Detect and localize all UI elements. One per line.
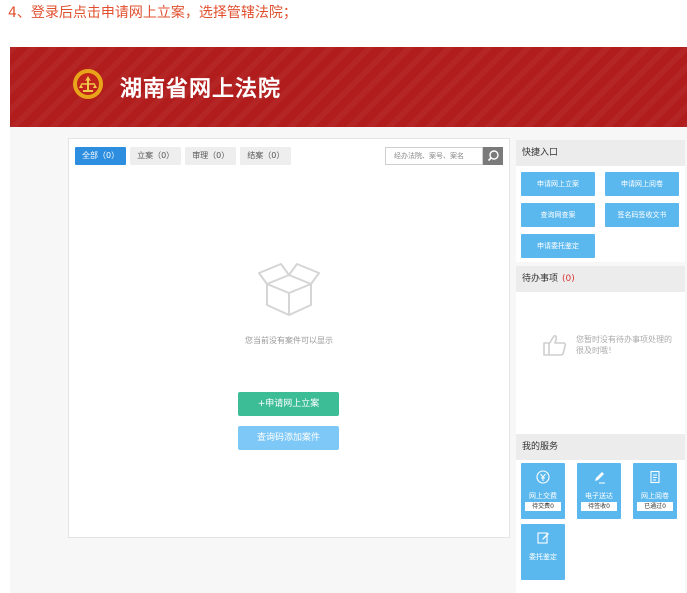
case-tabs: 全部（0） 立案（0） 审理（0） 结案（0） xyxy=(75,147,292,165)
tab-trial[interactable]: 审理（0） xyxy=(185,147,237,165)
quick-entry-body: 申请网上立案 申请网上阅卷 查询网查案 签名码签收文书 申请委托鉴定 xyxy=(516,166,685,262)
quick-appraisal-button[interactable]: 申请委托鉴定 xyxy=(521,234,595,258)
todo-empty-text: 您暂时没有待办事项处理的很及时哦！ xyxy=(576,335,672,355)
todo-body: 您暂时没有待办事项处理的很及时哦！ xyxy=(516,292,685,434)
service-entrust-appraisal[interactable]: 委托鉴定 xyxy=(521,524,565,580)
search-icon xyxy=(487,150,499,162)
court-emblem-icon xyxy=(73,69,103,99)
service-online-payment[interactable]: 网上交费 待交费0 xyxy=(521,463,565,519)
quick-query-case-button[interactable]: 查询网查案 xyxy=(521,203,595,227)
quick-entry-header: 快捷入口 xyxy=(516,140,685,166)
search-button[interactable] xyxy=(483,147,503,165)
quick-sign-documents-button[interactable]: 签名码签收文书 xyxy=(605,203,679,227)
quick-entry-title: 快捷入口 xyxy=(522,148,559,158)
services-title: 我的服务 xyxy=(522,442,559,452)
service-badge: 待交费0 xyxy=(525,502,561,511)
open-box-icon xyxy=(258,263,320,316)
service-name: 网上阅卷 xyxy=(641,492,669,500)
service-badge: 已通过0 xyxy=(637,502,673,511)
thumbs-up-icon xyxy=(543,335,567,356)
right-sidebar: 快捷入口 申请网上立案 申请网上阅卷 查询网查案 签名码签收文书 申请委托鉴定 … xyxy=(516,138,685,593)
todo-title: 待办事项 xyxy=(522,274,559,284)
service-electronic-delivery[interactable]: 电子送达 待签收0 xyxy=(577,463,621,519)
apply-online-filing-button[interactable]: +申请网上立案 xyxy=(238,392,339,416)
case-search-input[interactable]: 经办法院、案号、案名 xyxy=(385,147,483,165)
services-body: 网上交费 待交费0 电子送达 待签收0 网上阅卷 已通过0 委托鉴定 xyxy=(516,460,685,593)
site-title: 湖南省网上法院 xyxy=(120,77,282,102)
service-online-review[interactable]: 网上阅卷 已通过0 xyxy=(633,463,677,519)
site-banner: 湖南省网上法院 xyxy=(10,47,687,127)
document-icon xyxy=(650,470,660,484)
edit-icon xyxy=(537,532,549,544)
case-panel: 全部（0） 立案（0） 审理（0） 结案（0） 经办法院、案号、案名 您当前没有… xyxy=(68,138,510,538)
service-badge: 待签收0 xyxy=(581,502,617,511)
yen-coin-icon xyxy=(536,470,550,484)
empty-state-text: 您当前没有案件可以显示 xyxy=(245,336,333,345)
service-name: 委托鉴定 xyxy=(529,553,557,561)
tab-filing[interactable]: 立案（0） xyxy=(130,147,182,165)
quick-apply-filing-button[interactable]: 申请网上立案 xyxy=(521,172,595,196)
service-name: 网上交费 xyxy=(529,492,557,500)
quick-apply-review-button[interactable]: 申请网上阅卷 xyxy=(605,172,679,196)
services-header: 我的服务 xyxy=(516,434,685,460)
tab-all[interactable]: 全部（0） xyxy=(75,147,127,165)
tab-closed[interactable]: 结案（0） xyxy=(240,147,292,165)
pen-icon xyxy=(595,472,605,484)
todo-header: 待办事项 (0) xyxy=(516,266,685,292)
todo-count: (0) xyxy=(562,274,575,284)
service-name: 电子送达 xyxy=(585,492,613,500)
instruction-caption: 4、登录后点击申请网上立案，选择管辖法院； xyxy=(8,5,297,21)
add-case-by-code-button[interactable]: 查询码添加案件 xyxy=(238,426,339,450)
